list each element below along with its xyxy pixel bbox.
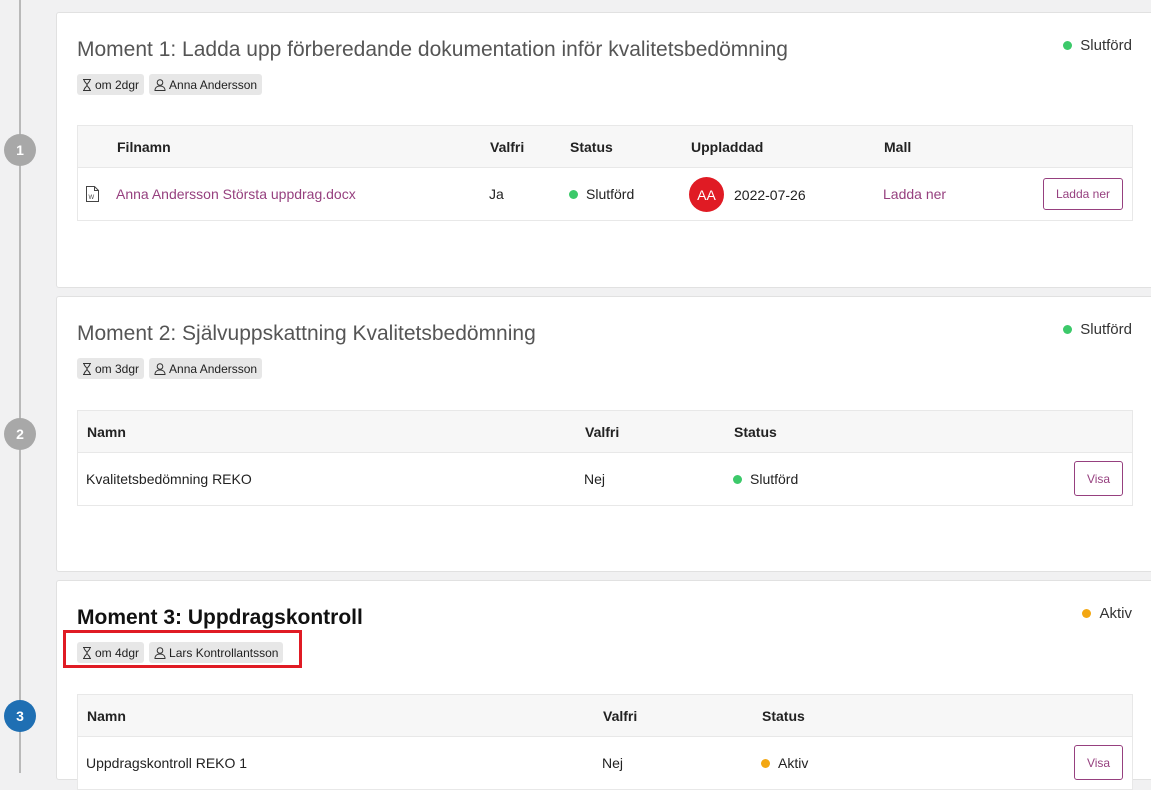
assignee-label: Anna Andersson [169, 77, 258, 92]
step-marker-3: 3 [4, 700, 36, 732]
person-icon [154, 78, 166, 91]
moment-title: Moment 3: Uppdragskontroll [77, 606, 363, 629]
column-header-filnamn: Filnamn [117, 139, 171, 155]
hourglass-icon [83, 362, 91, 375]
svg-text:W: W [89, 195, 95, 201]
column-header-valfri: Valfri [490, 139, 525, 155]
step-marker-2: 2 [4, 418, 36, 450]
timeline-line [19, 0, 21, 773]
view-button[interactable]: Visa [1074, 745, 1123, 780]
optional-value: Nej [584, 471, 606, 487]
person-icon [154, 646, 166, 659]
avatar: AA [689, 177, 724, 212]
download-button[interactable]: Ladda ner [1042, 178, 1123, 210]
column-header-valfri: Valfri [603, 708, 638, 724]
moment-badges: om 3dgr Anna Andersson [77, 358, 263, 379]
column-header-status: Status [762, 708, 805, 724]
status-label: Slutförd [1080, 37, 1132, 54]
status-label: Aktiv [1099, 605, 1132, 622]
row-status: Slutförd [733, 471, 798, 487]
uploaded-date: 2022-07-26 [734, 186, 806, 203]
file-name-link[interactable]: Anna Andersson Största uppdrag.docx [116, 186, 356, 202]
status-dot-icon [1063, 41, 1073, 50]
table-row: Kvalitetsbedömning REKO Nej Slutförd Vis… [78, 453, 1132, 505]
optional-value: Nej [602, 755, 624, 771]
column-header-status: Status [570, 139, 613, 155]
assignee-badge: Anna Andersson [149, 74, 263, 95]
table-header: Namn Valfri Status [78, 411, 1132, 453]
assignee-badge: Anna Andersson [149, 358, 263, 379]
row-status-label: Slutförd [586, 186, 635, 202]
assignee-label: Lars Kontrollantsson [169, 645, 279, 660]
status-dot-icon [569, 189, 578, 199]
moment-title: Moment 2: Självuppskattning Kvalitetsbed… [77, 322, 536, 345]
row-status: Slutförd [569, 186, 634, 202]
due-badge: om 2dgr [77, 74, 145, 95]
step-marker-1: 1 [4, 134, 36, 166]
due-label: om 2dgr [95, 77, 140, 92]
column-header-mall: Mall [884, 139, 912, 155]
column-header-uppladdad: Uppladdad [691, 139, 764, 155]
moment-badges: om 4dgr Lars Kontrollantsson [77, 642, 284, 663]
column-header-namn: Namn [87, 708, 126, 724]
table-row: Uppdragskontroll REKO 1 Nej Aktiv Visa [78, 737, 1132, 789]
control-name: Uppdragskontroll REKO 1 [86, 755, 248, 771]
moment-card-2: Moment 2: Självuppskattning Kvalitetsbed… [56, 296, 1151, 572]
word-document-icon: W [86, 186, 99, 202]
person-icon [154, 362, 166, 375]
moment-badges: om 2dgr Anna Andersson [77, 74, 263, 95]
due-label: om 4dgr [95, 645, 140, 660]
status-dot-icon [1082, 609, 1092, 618]
moment-card-3: Moment 3: Uppdragskontroll Aktiv om 4dgr… [56, 580, 1151, 790]
moment-card-1: Moment 1: Ladda upp förberedande dokumen… [56, 12, 1151, 288]
status-label: Slutförd [1080, 321, 1132, 338]
assignee-badge: Lars Kontrollantsson [149, 642, 284, 663]
due-label: om 3dgr [95, 361, 140, 376]
form-name: Kvalitetsbedömning REKO [86, 471, 252, 487]
moment-title: Moment 1: Ladda upp förberedande dokumen… [77, 38, 788, 61]
table-header: Namn Valfri Status [78, 695, 1132, 737]
moment-status: Slutförd [1063, 37, 1132, 54]
controls-table: Namn Valfri Status Uppdragskontroll REKO… [77, 694, 1133, 790]
due-badge: om 4dgr [77, 642, 145, 663]
row-status: Aktiv [761, 755, 808, 771]
moment-status: Slutförd [1063, 321, 1132, 338]
table-row: W Anna Andersson Största uppdrag.docx Ja… [78, 168, 1132, 220]
hourglass-icon [83, 646, 91, 659]
table-header: Filnamn Valfri Status Uppladdad Mall [78, 126, 1132, 168]
column-header-status: Status [734, 424, 777, 440]
column-header-namn: Namn [87, 424, 126, 440]
hourglass-icon [83, 78, 91, 91]
assignee-label: Anna Andersson [169, 361, 258, 376]
forms-table: Namn Valfri Status Kvalitetsbedömning RE… [77, 410, 1133, 506]
status-dot-icon [733, 474, 742, 484]
column-header-valfri: Valfri [585, 424, 620, 440]
status-dot-icon [761, 758, 770, 768]
uploaded-cell: AA 2022-07-26 [689, 177, 806, 212]
row-status-label: Slutförd [750, 471, 799, 487]
template-download-link[interactable]: Ladda ner [883, 186, 946, 202]
due-badge: om 3dgr [77, 358, 145, 379]
moment-status: Aktiv [1082, 605, 1132, 622]
optional-value: Ja [489, 186, 504, 202]
row-status-label: Aktiv [778, 755, 809, 771]
view-button[interactable]: Visa [1074, 461, 1123, 496]
files-table: Filnamn Valfri Status Uppladdad Mall W A… [77, 125, 1133, 221]
status-dot-icon [1063, 325, 1073, 334]
